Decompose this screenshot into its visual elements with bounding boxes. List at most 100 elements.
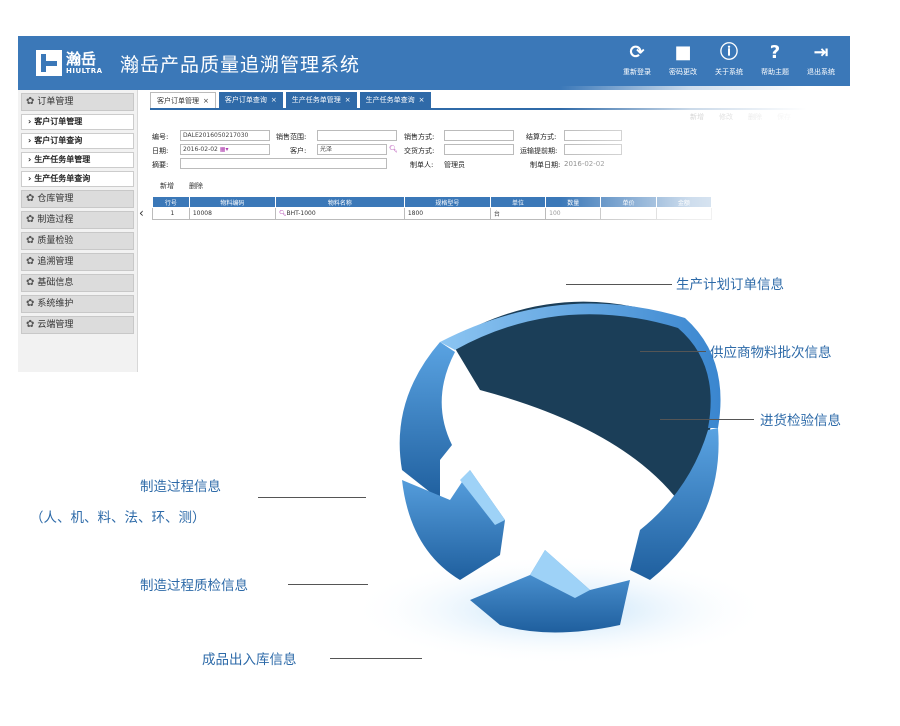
close-icon[interactable]: ×	[419, 96, 425, 104]
record-toolbar: 新增 修改 删除 保存	[690, 112, 806, 122]
change-password-button[interactable]: ■ 密码更改	[660, 42, 706, 77]
relogin-button[interactable]: ⟳ 重新登录	[614, 42, 660, 77]
label-process-factors: （人、机、料、法、环、测）	[30, 510, 206, 526]
sidebar-group-system[interactable]: ✿ 系统维护	[21, 295, 134, 313]
table-row[interactable]: 1 10008 🔍︎BHT-1000 1800 台 100	[152, 207, 713, 220]
refresh-icon: ⟳	[629, 42, 645, 63]
close-icon[interactable]: ×	[271, 96, 277, 104]
close-icon[interactable]: ×	[203, 97, 209, 105]
about-label: 关于系统	[715, 68, 743, 76]
close-icon[interactable]: ×	[345, 96, 351, 104]
about-button[interactable]: ⓘ 关于系统	[706, 42, 752, 77]
label-process: 制造过程信息	[140, 479, 221, 495]
add-record-button[interactable]: 新增	[690, 112, 704, 122]
ring-left-segment	[399, 342, 455, 500]
make-date-label: 制单日期:	[530, 161, 561, 169]
table-cell[interactable]: 1800	[403, 207, 491, 220]
sidebar-group-label: 云端管理	[37, 320, 74, 330]
sidebar-item-customer-order-manage[interactable]: › 客户订单管理	[21, 114, 134, 130]
exit-icon: ⇥	[813, 42, 829, 63]
gear-icon: ✿	[26, 235, 35, 246]
remark-field[interactable]	[180, 158, 387, 169]
tab-label: 生产任务单管理	[291, 96, 341, 104]
tab-label: 客户订单管理	[157, 97, 199, 105]
sidebar-group-label: 追溯管理	[37, 257, 74, 267]
customer-field[interactable]: 光泽	[317, 144, 387, 155]
sales-range-field[interactable]	[317, 130, 397, 141]
date-field[interactable]: 2016-02-02 ▦▾	[180, 144, 270, 155]
leader-line-process-qc	[288, 584, 368, 585]
tab-task-query[interactable]: 生产任务单查询 ×	[359, 92, 431, 108]
column-header: 物料名称	[274, 196, 405, 208]
sales-method-field[interactable]	[444, 130, 514, 141]
material-name-value: BHT-1000	[286, 210, 316, 217]
table-header-row: 行号 物料编码 物料名称 规格型号 单位 数量 单价 金额	[152, 196, 713, 208]
add-row-button[interactable]: 新增	[160, 181, 174, 191]
table-cell[interactable]: 100	[545, 207, 602, 220]
logo-en: HIULTRA	[66, 67, 103, 75]
edit-record-button[interactable]: 修改	[719, 112, 733, 122]
settlement-field[interactable]	[564, 130, 622, 141]
label-plan-order: 生产计划订单信息	[676, 277, 784, 293]
ship-lead-label: 运输提前期:	[520, 147, 558, 155]
ship-lead-field[interactable]	[564, 144, 622, 155]
customer-label: 客户:	[290, 147, 307, 155]
maker-label: 制单人:	[410, 161, 434, 169]
gear-icon: ✿	[26, 298, 35, 309]
top-actions: ⟳ 重新登录 ■ 密码更改 ⓘ 关于系统 ? 帮助主题 ⇥ 退出系统	[614, 42, 844, 77]
gear-icon: ✿	[26, 214, 35, 225]
tab-customer-order-query[interactable]: 客户订单查询 ×	[218, 92, 283, 108]
customer-search-icon[interactable]: 🔍︎	[389, 145, 398, 153]
leader-line-plan	[566, 284, 672, 285]
table-cell[interactable]	[600, 207, 657, 220]
sales-method-label: 销售方式:	[404, 133, 435, 141]
help-label: 帮助主题	[761, 68, 789, 76]
table-cell[interactable]: 10008	[188, 207, 276, 220]
column-header: 行号	[152, 196, 190, 208]
sidebar-group-manufacturing[interactable]: ✿ 制造过程	[21, 211, 134, 229]
collapse-sidebar-icon[interactable]: ‹	[139, 206, 144, 220]
change-password-label: 密码更改	[669, 68, 697, 76]
grid-toolbar: 新增 删除	[160, 181, 218, 191]
sidebar-group-label: 制造过程	[37, 215, 74, 225]
table-cell[interactable]: 台	[489, 207, 547, 220]
column-header: 金额	[655, 196, 713, 208]
exit-label: 退出系统	[807, 68, 835, 76]
sidebar-group-basic-info[interactable]: ✿ 基础信息	[21, 274, 134, 292]
tab-customer-order-manage[interactable]: 客户订单管理 ×	[150, 92, 216, 108]
order-lines-table: 行号 物料编码 物料名称 规格型号 单位 数量 单价 金额 1 10008 🔍︎…	[152, 196, 713, 220]
sidebar-group-orders[interactable]: ✿ 订单管理	[21, 93, 134, 111]
help-button[interactable]: ? 帮助主题	[752, 42, 798, 77]
sidebar-group-label: 仓库管理	[37, 194, 74, 204]
table-cell[interactable]: 🔍︎BHT-1000	[274, 207, 405, 220]
help-icon: ?	[769, 42, 781, 63]
tab-task-manage[interactable]: 生产任务单管理 ×	[285, 92, 357, 108]
calendar-icon[interactable]: ▦▾	[220, 146, 229, 153]
sidebar-item-customer-order-query[interactable]: › 客户订单查询	[21, 133, 134, 149]
logo-cn: 瀚岳	[66, 50, 97, 68]
table-cell[interactable]	[655, 207, 713, 220]
sidebar-item-task-manage[interactable]: › 生产任务单管理	[21, 152, 134, 168]
delete-record-button[interactable]: 删除	[748, 112, 762, 122]
order-no-field[interactable]: DALE2016050217030	[180, 130, 270, 141]
info-icon: ⓘ	[720, 42, 738, 63]
sidebar-group-warehouse[interactable]: ✿ 仓库管理	[21, 190, 134, 208]
sidebar-group-cloud[interactable]: ✿ 云端管理	[21, 316, 134, 334]
sidebar-item-label: 客户订单管理	[34, 117, 83, 126]
delivery-field[interactable]	[444, 144, 514, 155]
order-no-label: 编号:	[152, 133, 169, 141]
exit-button[interactable]: ⇥ 退出系统	[798, 42, 844, 77]
column-header: 规格型号	[403, 196, 491, 208]
delete-row-button[interactable]: 删除	[189, 181, 203, 191]
sidebar-group-quality[interactable]: ✿ 质量检验	[21, 232, 134, 250]
label-finished-goods: 成品出入库信息	[202, 652, 297, 668]
save-record-button[interactable]: 保存	[777, 112, 791, 122]
sidebar-item-label: 生产任务单查询	[34, 174, 91, 183]
tab-underline	[150, 108, 850, 110]
gear-icon: ✿	[26, 193, 35, 204]
date-label: 日期:	[152, 147, 169, 155]
sidebar-item-label: 客户订单查询	[34, 136, 83, 145]
sidebar-group-trace[interactable]: ✿ 追溯管理	[21, 253, 134, 271]
sidebar-item-task-query[interactable]: › 生产任务单查询	[21, 171, 134, 187]
settlement-label: 结算方式:	[526, 133, 557, 141]
